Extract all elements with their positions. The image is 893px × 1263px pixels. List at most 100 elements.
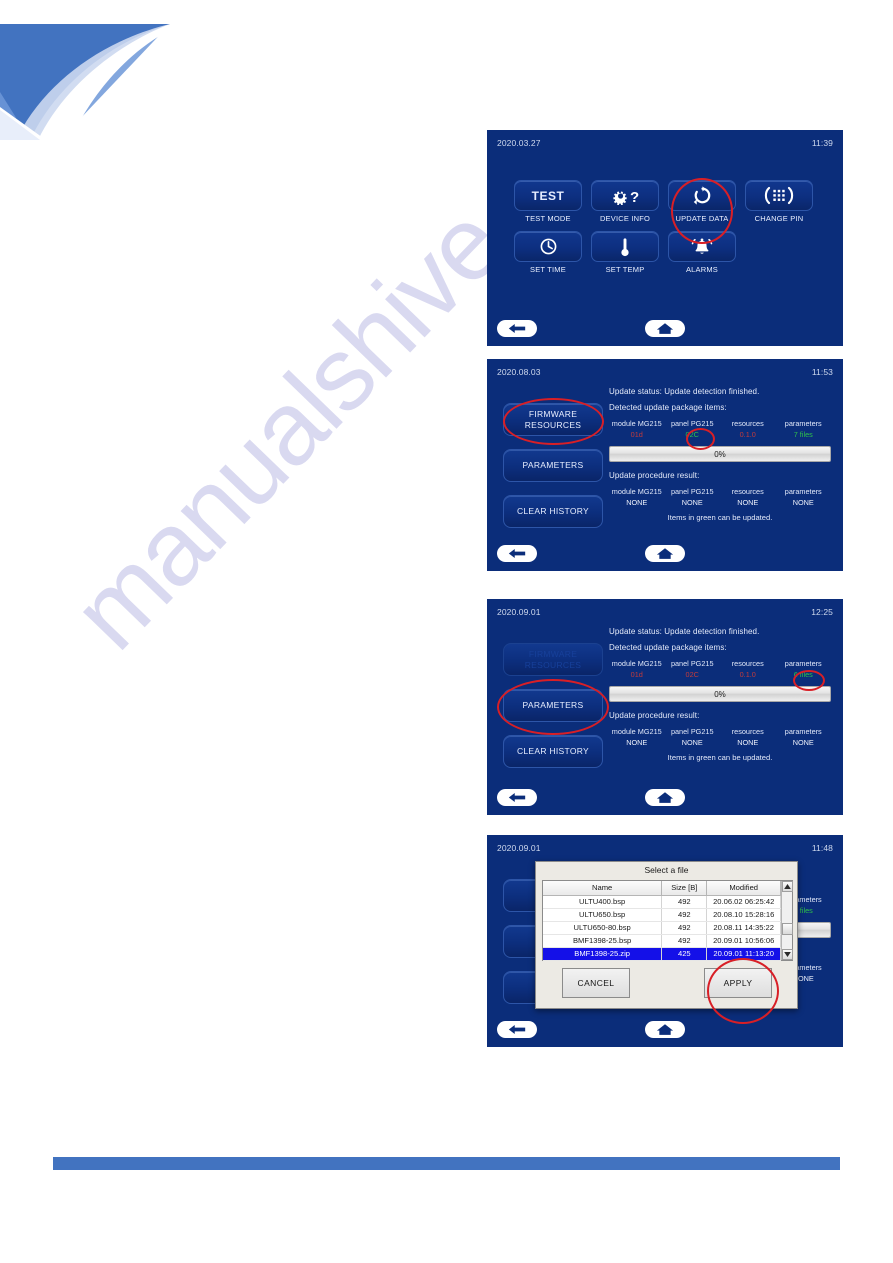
column-header: module MG215 [611,487,662,496]
button-line-1: FIRMWARE [528,408,578,419]
result-col-resources: resources NONE [720,727,776,747]
column-value: NONE [626,738,648,747]
column-value: NONE [626,498,648,507]
change-pin-button[interactable] [745,180,813,211]
cell-modified: 20.09.01 11:13:20 [706,947,781,961]
cell-name: ULTU650.bsp [543,908,663,922]
column-value: 02C [685,670,699,679]
table-row[interactable]: ULTU650.bsp 492 20.08.10 15:28:16 [543,908,781,922]
home-tile-label: SET TIME [530,265,566,274]
watermark-text: manualshive [50,186,525,672]
home-tile-label: TEST MODE [525,214,571,223]
cancel-button[interactable]: CANCEL [562,968,630,998]
cell-name: ULTU400.bsp [543,895,663,909]
clock-icon [539,237,558,256]
cell-name: BMF1398-25.zip [543,947,663,961]
back-arrow-icon[interactable] [497,1021,537,1038]
apply-button[interactable]: APPLY [704,968,772,998]
detected-col-parameters: parameters 7 files [776,419,832,439]
detected-items-columns: module MG215 01d panel PG215 02C resourc… [609,419,831,439]
home-icon[interactable] [645,545,685,562]
home-tile-label: UPDATE DATA [675,214,729,223]
update-info-panel: Update status: Update detection finished… [609,627,831,762]
table-row-selected[interactable]: BMF1398-25.zip 425 20.09.01 11:13:20 [543,947,781,961]
navigation-bar [487,1019,843,1041]
column-header: panel PG215 [670,419,714,428]
alarms-button[interactable] [668,231,736,262]
detected-col-resources: resources 0.1.0 [720,419,776,439]
test-mode-button[interactable]: TEST [514,180,582,211]
scroll-up-arrow-icon[interactable] [782,881,793,892]
column-value: NONE [681,738,703,747]
parameters-button[interactable]: PARAMETERS [503,449,603,482]
table-row[interactable]: BMF1398-25.bsp 492 20.09.01 10:56:06 [543,934,781,948]
dialog-button-row: CANCEL APPLY [536,968,797,998]
file-list-scrollbar[interactable] [781,881,793,960]
home-tile-row-2: SET TIME SET TEMP ALARMS [514,231,814,274]
column-header-size[interactable]: Size [B] [661,881,708,896]
home-tile-device-info[interactable]: ? DEVICE INFO [591,180,659,223]
file-list-table: Name Size [B] Modified ULTU400.bsp 492 2… [542,880,793,961]
home-icon[interactable] [645,1021,685,1038]
status-date: 2020.09.01 [497,607,541,617]
back-arrow-icon[interactable] [497,789,537,806]
table-row[interactable]: ULTU650-80.bsp 492 20.08.11 14:35:22 [543,921,781,935]
button-line-1: CLEAR HISTORY [516,746,590,756]
table-header-row: Name Size [B] Modified [543,881,781,896]
home-tile-set-time[interactable]: SET TIME [514,231,582,274]
home-tile-update-data[interactable]: UPDATE DATA [668,180,736,223]
firmware-resources-button[interactable]: FIRMWARE RESOURCES [503,643,603,676]
set-time-button[interactable] [514,231,582,262]
home-icon[interactable] [645,320,685,337]
home-tile-change-pin[interactable]: CHANGE PIN [745,180,813,223]
result-col-module: module MG215 NONE [609,727,665,747]
test-text-icon: TEST [531,188,565,203]
result-col-module: module MG215 NONE [609,487,665,507]
detected-col-module: module MG215 01d [609,419,665,439]
home-tile-label: DEVICE INFO [599,214,651,223]
clear-history-button[interactable]: CLEAR HISTORY [503,735,603,768]
navigation-bar [487,787,843,809]
detected-col-resources: resources 0.1.0 [720,659,776,679]
update-side-buttons: FIRMWARE RESOURCES PARAMETERS CLEAR HIST… [503,403,613,541]
keypad-icon [762,186,796,205]
firmware-resources-button[interactable]: FIRMWARE RESOURCES [503,403,603,436]
home-tile-test-mode[interactable]: TEST TEST MODE [514,180,582,223]
home-icon[interactable] [645,789,685,806]
screenshot-home-menu: 2020.03.27 11:39 TEST TEST MODE ? DEVICE… [487,130,843,346]
table-row[interactable]: ULTU400.bsp 492 20.06.02 06:25:42 [543,895,781,909]
parameters-button[interactable]: PARAMETERS [503,689,603,722]
result-col-panel: panel PG215 NONE [665,487,721,507]
column-header-modified[interactable]: Modified [706,881,781,896]
button-line-1: PARAMETERS [522,460,584,470]
clear-history-button[interactable]: CLEAR HISTORY [503,495,603,528]
device-info-button[interactable]: ? [591,180,659,211]
status-time: 11:39 [811,138,833,148]
update-data-button[interactable] [668,180,736,211]
button-line-2: RESOURCES [524,659,582,670]
column-header-name[interactable]: Name [543,881,663,896]
back-arrow-icon[interactable] [497,320,537,337]
progress-label: 0% [714,689,726,699]
refresh-icon [693,186,712,205]
column-value: 0.1.0 [739,430,756,439]
result-columns: module MG215 NONE panel PG215 NONE resou… [609,727,831,747]
scroll-down-arrow-icon[interactable] [782,949,793,960]
scrollbar-thumb[interactable] [782,923,793,935]
progress-label: 0% [714,449,726,459]
home-tile-alarms[interactable]: ALARMS [668,231,736,274]
manual-page: manualshive 2020.03.27 11:39 TEST TEST M… [0,0,893,1263]
green-items-note: Items in green can be updated. [667,753,773,762]
screenshot-update-firmware: 2020.08.03 11:53 FIRMWARE RESOURCES PARA… [487,359,843,571]
back-arrow-icon[interactable] [497,545,537,562]
update-status-line: Update status: Update detection finished… [609,387,760,396]
home-tile-set-temp[interactable]: SET TEMP [591,231,659,274]
set-temp-button[interactable] [591,231,659,262]
corner-logo-graphic [0,0,170,140]
column-value: NONE [681,498,703,507]
result-col-panel: panel PG215 NONE [665,727,721,747]
green-items-note: Items in green can be updated. [667,513,773,522]
column-header: panel PG215 [670,727,714,736]
button-line-1: CLEAR HISTORY [516,506,590,516]
update-result-label: Update procedure result: [609,471,700,480]
